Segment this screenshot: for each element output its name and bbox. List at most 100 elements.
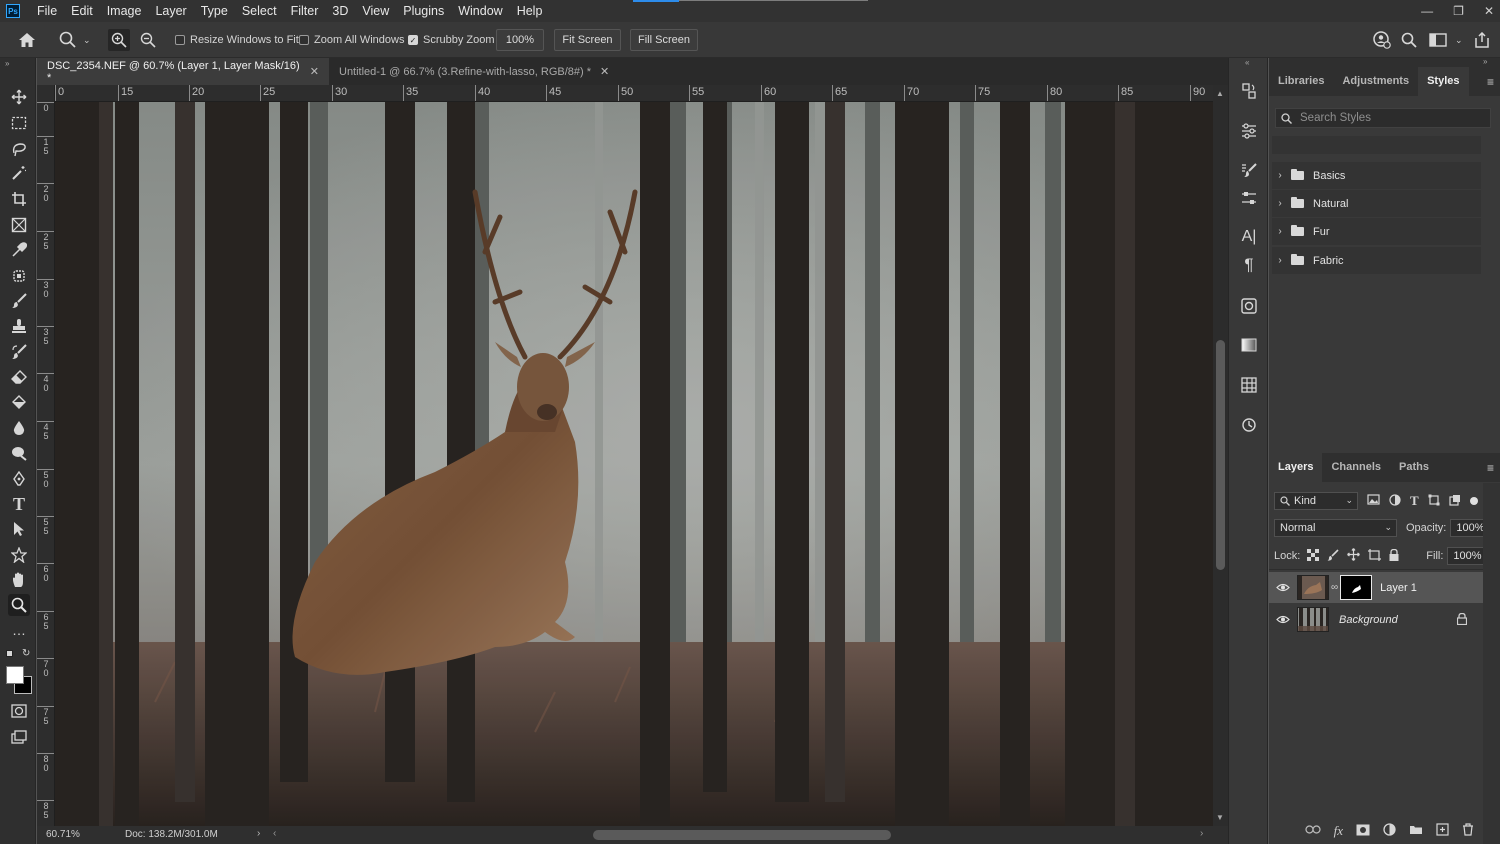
default-colors-icon[interactable]: [6, 650, 13, 657]
blur-tool-icon[interactable]: [8, 417, 30, 439]
lock-transparency-icon[interactable]: [1307, 548, 1320, 564]
quick-mask-icon[interactable]: [8, 700, 30, 722]
menu-layer[interactable]: Layer: [148, 0, 193, 22]
smart-object-filter-icon[interactable]: [1449, 494, 1461, 509]
resize-windows-checkbox[interactable]: Resize Windows to Fit: [175, 22, 299, 58]
magic-wand-icon[interactable]: [8, 162, 30, 184]
checkbox-icon[interactable]: [299, 35, 309, 45]
gradients-panel-icon[interactable]: [1238, 334, 1260, 356]
frame-tool-icon[interactable]: [8, 214, 30, 236]
layer-row-background[interactable]: Background: [1269, 604, 1483, 635]
tab-channels[interactable]: Channels: [1322, 453, 1390, 482]
fx-icon[interactable]: fx: [1334, 823, 1343, 839]
style-folder-natural[interactable]: › Natural: [1272, 190, 1481, 217]
scroll-down-icon[interactable]: ▼: [1216, 813, 1224, 822]
vertical-scrollbar[interactable]: ▲ ▼: [1213, 85, 1228, 826]
lasso-tool-icon[interactable]: [8, 138, 30, 160]
zoom-100-button[interactable]: 100%: [496, 29, 544, 51]
chevron-down-icon[interactable]: ⌄: [1455, 35, 1463, 46]
menu-3d[interactable]: 3D: [325, 0, 355, 22]
link-layers-icon[interactable]: [1305, 825, 1321, 837]
layer-mask-thumbnail[interactable]: [1340, 575, 1373, 600]
vertical-scroll-thumb[interactable]: [1216, 340, 1225, 570]
cloud-user-icon[interactable]: [1373, 22, 1391, 58]
scroll-left-icon[interactable]: ‹: [273, 828, 276, 839]
crop-tool-icon[interactable]: [8, 188, 30, 210]
pixel-filter-icon[interactable]: [1367, 494, 1380, 508]
scrubby-zoom-checkbox[interactable]: ✓ Scrubby Zoom: [408, 22, 495, 58]
clone-stamp-icon[interactable]: [8, 315, 30, 337]
lock-position-icon[interactable]: [1347, 548, 1361, 564]
path-selection-icon[interactable]: [8, 518, 30, 540]
marquee-tool-icon[interactable]: [8, 112, 30, 134]
new-group-icon[interactable]: [1409, 824, 1423, 838]
fit-screen-button[interactable]: Fit Screen: [554, 29, 621, 51]
new-layer-icon[interactable]: [1436, 823, 1449, 839]
tab-adjustments[interactable]: Adjustments: [1333, 67, 1418, 96]
tab-paths[interactable]: Paths: [1390, 453, 1438, 482]
menu-type[interactable]: Type: [194, 0, 235, 22]
eyedropper-tool-icon[interactable]: [8, 239, 30, 261]
lock-icon[interactable]: [1456, 612, 1468, 628]
restore-icon[interactable]: ❐: [1453, 4, 1464, 18]
history-brush-icon[interactable]: [8, 341, 30, 363]
collapse-icon[interactable]: »: [1483, 57, 1487, 66]
scroll-right-icon[interactable]: ›: [1200, 828, 1203, 839]
type-filter-icon[interactable]: T: [1410, 493, 1419, 509]
menu-plugins[interactable]: Plugins: [396, 0, 451, 22]
panel-menu-icon[interactable]: ≡: [1487, 75, 1494, 89]
lock-all-icon[interactable]: [1389, 548, 1399, 564]
delete-layer-icon[interactable]: [1462, 823, 1474, 839]
kind-filter-dropdown[interactable]: Kind ⌄: [1274, 492, 1358, 510]
camera-panel-icon[interactable]: [1238, 295, 1260, 317]
menu-help[interactable]: Help: [510, 0, 550, 22]
chevron-right-icon[interactable]: ›: [1272, 198, 1288, 209]
style-folder-basics[interactable]: › Basics: [1272, 162, 1481, 189]
ruler-horizontal[interactable]: 0 15 20 25 30 35 40 45 50 55 60 65 70 75…: [55, 85, 1213, 102]
collapse-icon[interactable]: »: [5, 59, 9, 68]
brush-tool-icon[interactable]: [8, 290, 30, 312]
panel-menu-icon[interactable]: ≡: [1487, 461, 1494, 475]
scroll-up-icon[interactable]: ▲: [1216, 89, 1224, 98]
menu-edit[interactable]: Edit: [64, 0, 100, 22]
foreground-color-swatch[interactable]: [6, 666, 24, 684]
workspace-icon[interactable]: ⌄: [1429, 22, 1463, 58]
layer-name[interactable]: Layer 1: [1380, 582, 1417, 594]
hand-tool-icon[interactable]: [8, 569, 30, 591]
blend-mode-dropdown[interactable]: Normal ⌄: [1274, 519, 1397, 537]
style-folder-fur[interactable]: › Fur: [1272, 218, 1481, 245]
swap-colors-icon[interactable]: ↻: [22, 648, 30, 659]
ruler-vertical[interactable]: 0 1 5 2 0 2 5 3 0 3 5 4 0 4 5 5 0 5 5 6 …: [37, 85, 55, 826]
zoom-tool-preset-icon[interactable]: ⌄: [59, 22, 91, 58]
close-tab-icon[interactable]: ✕: [600, 65, 609, 78]
menu-file[interactable]: File: [30, 0, 64, 22]
menu-window[interactable]: Window: [451, 0, 509, 22]
more-tools-icon[interactable]: …: [8, 619, 30, 641]
dodge-tool-icon[interactable]: [8, 442, 30, 464]
visibility-eye-icon[interactable]: [1269, 581, 1297, 595]
tab-libraries[interactable]: Libraries: [1269, 67, 1333, 96]
search-styles-input[interactable]: Search Styles: [1275, 108, 1491, 128]
close-tab-icon[interactable]: ✕: [310, 65, 319, 78]
visibility-eye-icon[interactable]: [1269, 613, 1297, 627]
document-canvas[interactable]: [55, 102, 1213, 826]
eraser-tool-icon[interactable]: [8, 366, 30, 388]
brush-settings-icon[interactable]: [1238, 187, 1260, 209]
adjustment-filter-icon[interactable]: [1389, 493, 1401, 509]
tab-untitled-1[interactable]: Untitled-1 @ 66.7% (3.Refine-with-lasso,…: [329, 58, 620, 85]
move-tool-icon[interactable]: [8, 86, 30, 108]
share-icon[interactable]: [1474, 22, 1490, 58]
add-mask-icon[interactable]: [1356, 824, 1370, 839]
paint-bucket-icon[interactable]: [8, 391, 30, 413]
swatches-panel-icon[interactable]: [1238, 374, 1260, 396]
home-icon[interactable]: [18, 22, 36, 58]
lock-pixels-icon[interactable]: [1327, 548, 1339, 564]
close-icon[interactable]: ✕: [1484, 4, 1494, 18]
minimize-icon[interactable]: —: [1421, 4, 1433, 18]
horizontal-scroll-thumb[interactable]: [593, 830, 891, 840]
chevron-down-icon[interactable]: ⌄: [83, 35, 91, 46]
checkbox-icon[interactable]: [175, 35, 185, 45]
menu-view[interactable]: View: [355, 0, 396, 22]
paragraph-panel-icon[interactable]: ¶: [1238, 254, 1260, 276]
tab-dsc-2354[interactable]: DSC_2354.NEF @ 60.7% (Layer 1, Layer Mas…: [37, 58, 329, 85]
